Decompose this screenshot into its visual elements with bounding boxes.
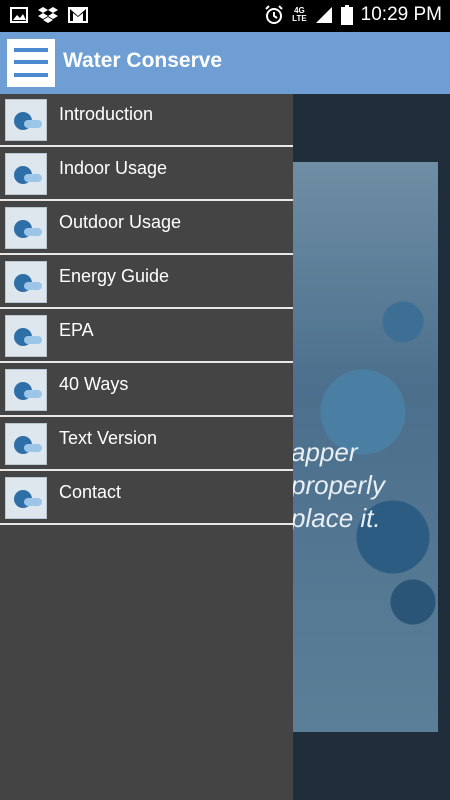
main-content: apper properly place it. [291, 94, 450, 800]
background-text-line: apper [291, 437, 358, 467]
app-thumbnail-icon [5, 153, 47, 195]
divider [0, 253, 293, 255]
app-thumbnail-icon [5, 369, 47, 411]
divider [0, 199, 293, 201]
divider [0, 469, 293, 471]
drawer-item-label: Outdoor Usage [59, 212, 182, 232]
hamburger-line [14, 60, 48, 64]
drawer-item-epa[interactable]: EPA [0, 310, 293, 363]
divider [0, 361, 293, 363]
alarm-icon [264, 5, 284, 25]
hamburger-line [14, 73, 48, 77]
gmail-icon [68, 7, 88, 23]
action-bar: Water Conserve [0, 32, 450, 94]
drawer-item-label: Introduction [59, 104, 154, 124]
drawer-item-text-version[interactable]: Text Version [0, 418, 293, 471]
dropbox-icon [38, 6, 58, 24]
network-sublabel: LTE [292, 14, 307, 23]
drawer-item-outdoor-usage[interactable]: Outdoor Usage [0, 202, 293, 255]
app-thumbnail-icon [5, 99, 47, 141]
hamburger-icon[interactable] [7, 39, 55, 87]
network-type: 4G LTE [292, 7, 307, 23]
drawer-item-label: Contact [59, 482, 122, 502]
app-title: Water Conserve [63, 49, 223, 72]
drawer-item-label: EPA [59, 320, 94, 340]
app-thumbnail-icon [5, 207, 47, 249]
drawer-item-40-ways[interactable]: 40 Ways [0, 364, 293, 417]
hamburger-line [14, 48, 48, 52]
app-thumbnail-icon [5, 315, 47, 357]
drawer-item-energy-guide[interactable]: Energy Guide [0, 256, 293, 309]
app-thumbnail-icon [5, 477, 47, 519]
drawer-item-label: Text Version [59, 428, 158, 448]
signal-icon [315, 6, 333, 24]
background-text-line: properly [291, 470, 385, 500]
divider [0, 307, 293, 309]
app-thumbnail-icon [5, 423, 47, 465]
drawer-item-introduction[interactable]: Introduction [0, 94, 293, 147]
background-text-line: place it. [291, 503, 381, 533]
drawer-item-contact[interactable]: Contact [0, 472, 293, 525]
drawer-item-label: 40 Ways [59, 374, 129, 394]
divider [0, 145, 293, 147]
drawer-item-label: Energy Guide [59, 266, 170, 286]
image-icon [10, 6, 28, 24]
navigation-drawer: Introduction Indoor Usage Outdoor Usage … [0, 94, 293, 800]
drawer-item-label: Indoor Usage [59, 158, 168, 178]
status-time: 10:29 PM [360, 4, 442, 25]
app-thumbnail-icon [5, 261, 47, 303]
divider [0, 523, 293, 525]
divider [0, 415, 293, 417]
background-image: apper properly place it. [291, 162, 438, 732]
background-text: apper properly place it. [291, 436, 385, 535]
drawer-item-indoor-usage[interactable]: Indoor Usage [0, 148, 293, 201]
status-bar: 4G LTE 10:29 PM [0, 0, 450, 32]
battery-icon [340, 5, 353, 25]
